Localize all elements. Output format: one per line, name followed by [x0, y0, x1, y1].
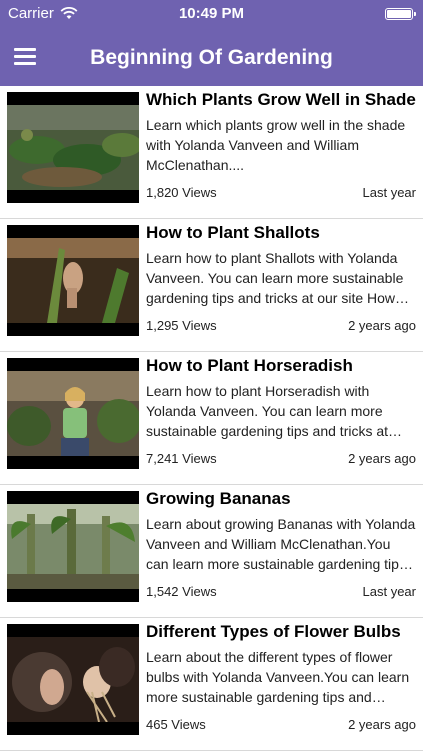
- video-list-item[interactable]: Growing Bananas Learn about growing Bana…: [0, 485, 423, 618]
- video-list: Which Plants Grow Well in Shade Learn wh…: [0, 86, 423, 751]
- video-thumbnail[interactable]: [7, 624, 139, 735]
- publish-age: Last year: [362, 185, 416, 200]
- video-list-item[interactable]: How to Plant Horseradish Learn how to pl…: [0, 352, 423, 485]
- video-title: Which Plants Grow Well in Shade: [146, 90, 416, 109]
- publish-age: 2 years ago: [348, 318, 416, 333]
- video-description: Learn about the different types of flowe…: [146, 649, 410, 705]
- status-time: 10:49 PM: [178, 5, 245, 22]
- video-list-item[interactable]: How to Plant Shallots Learn how to plant…: [0, 219, 423, 352]
- publish-age: 2 years ago: [348, 717, 416, 732]
- video-description: Learn how to plant Shallots with Yolanda…: [146, 250, 404, 306]
- video-description: Learn which plants grow well in the shad…: [146, 117, 406, 173]
- view-count: 1,542 Views: [146, 584, 217, 599]
- publish-age: 2 years ago: [348, 451, 416, 466]
- status-bar: Carrier 10:49 PM: [0, 0, 423, 28]
- video-description: Learn about growing Bananas with Yolanda…: [146, 516, 416, 572]
- video-title: Growing Bananas: [146, 489, 291, 508]
- video-description: Learn how to plant Horseradish with Yola…: [146, 383, 389, 439]
- video-thumbnail[interactable]: [7, 358, 139, 469]
- video-title: How to Plant Horseradish: [146, 356, 353, 375]
- view-count: 7,241 Views: [146, 451, 217, 466]
- publish-age: Last year: [362, 584, 416, 599]
- video-thumbnail[interactable]: [7, 92, 139, 203]
- view-count: 1,820 Views: [146, 185, 217, 200]
- video-thumbnail[interactable]: [7, 491, 139, 602]
- video-thumbnail[interactable]: [7, 225, 139, 336]
- video-list-item[interactable]: Different Types of Flower Bulbs Learn ab…: [0, 618, 423, 751]
- view-count: 1,295 Views: [146, 318, 217, 333]
- app-header: Carrier 10:49 PM Beginning Of Gardening: [0, 0, 423, 86]
- video-list-item[interactable]: Which Plants Grow Well in Shade Learn wh…: [0, 86, 423, 219]
- video-title: How to Plant Shallots: [146, 223, 320, 242]
- page-title: Beginning Of Gardening: [90, 46, 333, 69]
- video-title: Different Types of Flower Bulbs: [146, 622, 401, 641]
- battery-icon: [385, 8, 416, 20]
- view-count: 465 Views: [146, 717, 206, 732]
